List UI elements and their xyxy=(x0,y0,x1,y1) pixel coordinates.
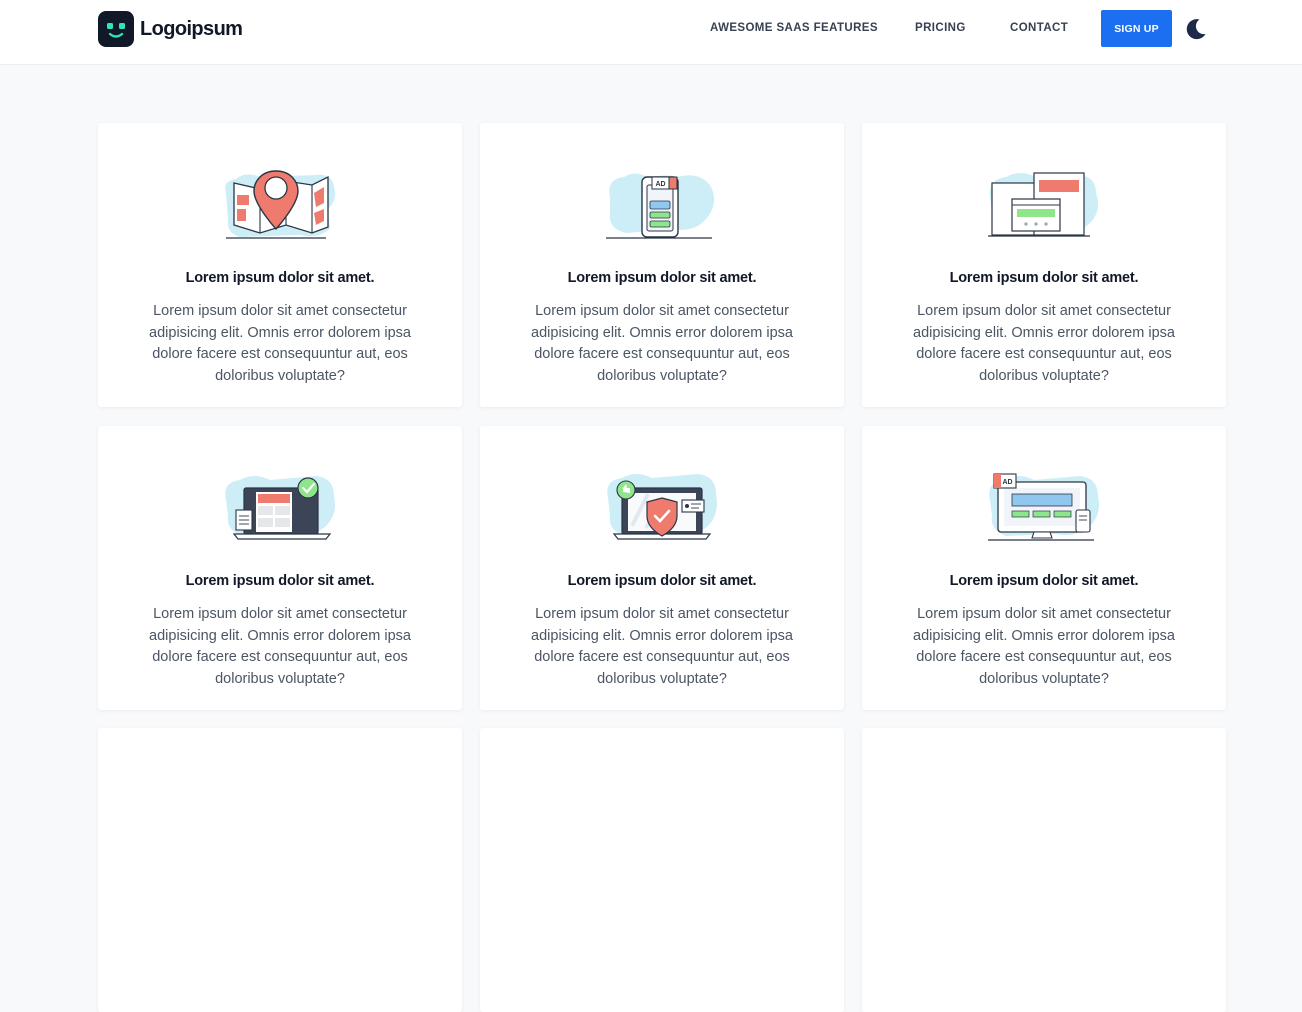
phone-ad-illustration: AD xyxy=(606,173,715,239)
svg-text:AD: AD xyxy=(656,181,666,188)
feature-card: AD Lorem ipsum dolor sit amet. Lorem ips… xyxy=(480,123,844,407)
feature-card: Lorem ipsum dolor sit amet. Lorem ipsum … xyxy=(480,426,844,710)
feature-card xyxy=(862,728,1226,1012)
card-text: Lorem ipsum dolor sit amet consectetur a… xyxy=(531,606,793,687)
site-header: Logoipsum AWESOME SAAS FEATURES PRICING … xyxy=(0,0,1302,65)
nav-link-features[interactable]: AWESOME SAAS FEATURES xyxy=(710,22,878,34)
card-text: Lorem ipsum dolor sit amet consectetur a… xyxy=(531,303,793,384)
map-pin-illustration xyxy=(225,170,336,239)
browser-windows-illustration xyxy=(988,172,1098,237)
card-title: Lorem ipsum dolor sit amet. xyxy=(949,270,1139,286)
feature-card: AD Lorem ipsum dolor sit amet. Lorem ips… xyxy=(862,426,1226,710)
card-text: Lorem ipsum dolor sit amet consectetur a… xyxy=(149,303,411,384)
card-title: Lorem ipsum dolor sit amet. xyxy=(949,573,1139,589)
card-title: Lorem ipsum dolor sit amet. xyxy=(567,270,757,286)
svg-text:AD: AD xyxy=(1003,479,1013,486)
card-text: Lorem ipsum dolor sit amet consectetur a… xyxy=(913,606,1175,687)
laptop-shield-illustration xyxy=(607,474,717,540)
card-text: Lorem ipsum dolor sit amet consectetur a… xyxy=(149,606,411,687)
logo-icon xyxy=(98,11,134,47)
monitor-ad-illustration: AD xyxy=(988,473,1099,541)
laptop-check-illustration xyxy=(225,476,335,540)
card-title: Lorem ipsum dolor sit amet. xyxy=(567,573,757,589)
card-title: Lorem ipsum dolor sit amet. xyxy=(185,270,375,286)
card-text: Lorem ipsum dolor sit amet consectetur a… xyxy=(913,303,1175,384)
nav-link-contact[interactable]: CONTACT xyxy=(1010,22,1068,34)
moon-icon[interactable] xyxy=(1184,17,1208,41)
feature-card: Lorem ipsum dolor sit amet. Lorem ipsum … xyxy=(98,426,462,710)
nav-link-pricing[interactable]: PRICING xyxy=(915,22,966,34)
card-title: Lorem ipsum dolor sit amet. xyxy=(185,573,375,589)
feature-card xyxy=(98,728,462,1012)
signup-button[interactable]: SIGN UP xyxy=(1101,10,1172,47)
feature-card xyxy=(480,728,844,1012)
logo-link[interactable]: Logoipsum xyxy=(98,11,243,47)
feature-card: Lorem ipsum dolor sit amet. Lorem ipsum … xyxy=(98,123,462,407)
logo-text: Logoipsum xyxy=(140,17,243,40)
feature-card: Lorem ipsum dolor sit amet. Lorem ipsum … xyxy=(862,123,1226,407)
